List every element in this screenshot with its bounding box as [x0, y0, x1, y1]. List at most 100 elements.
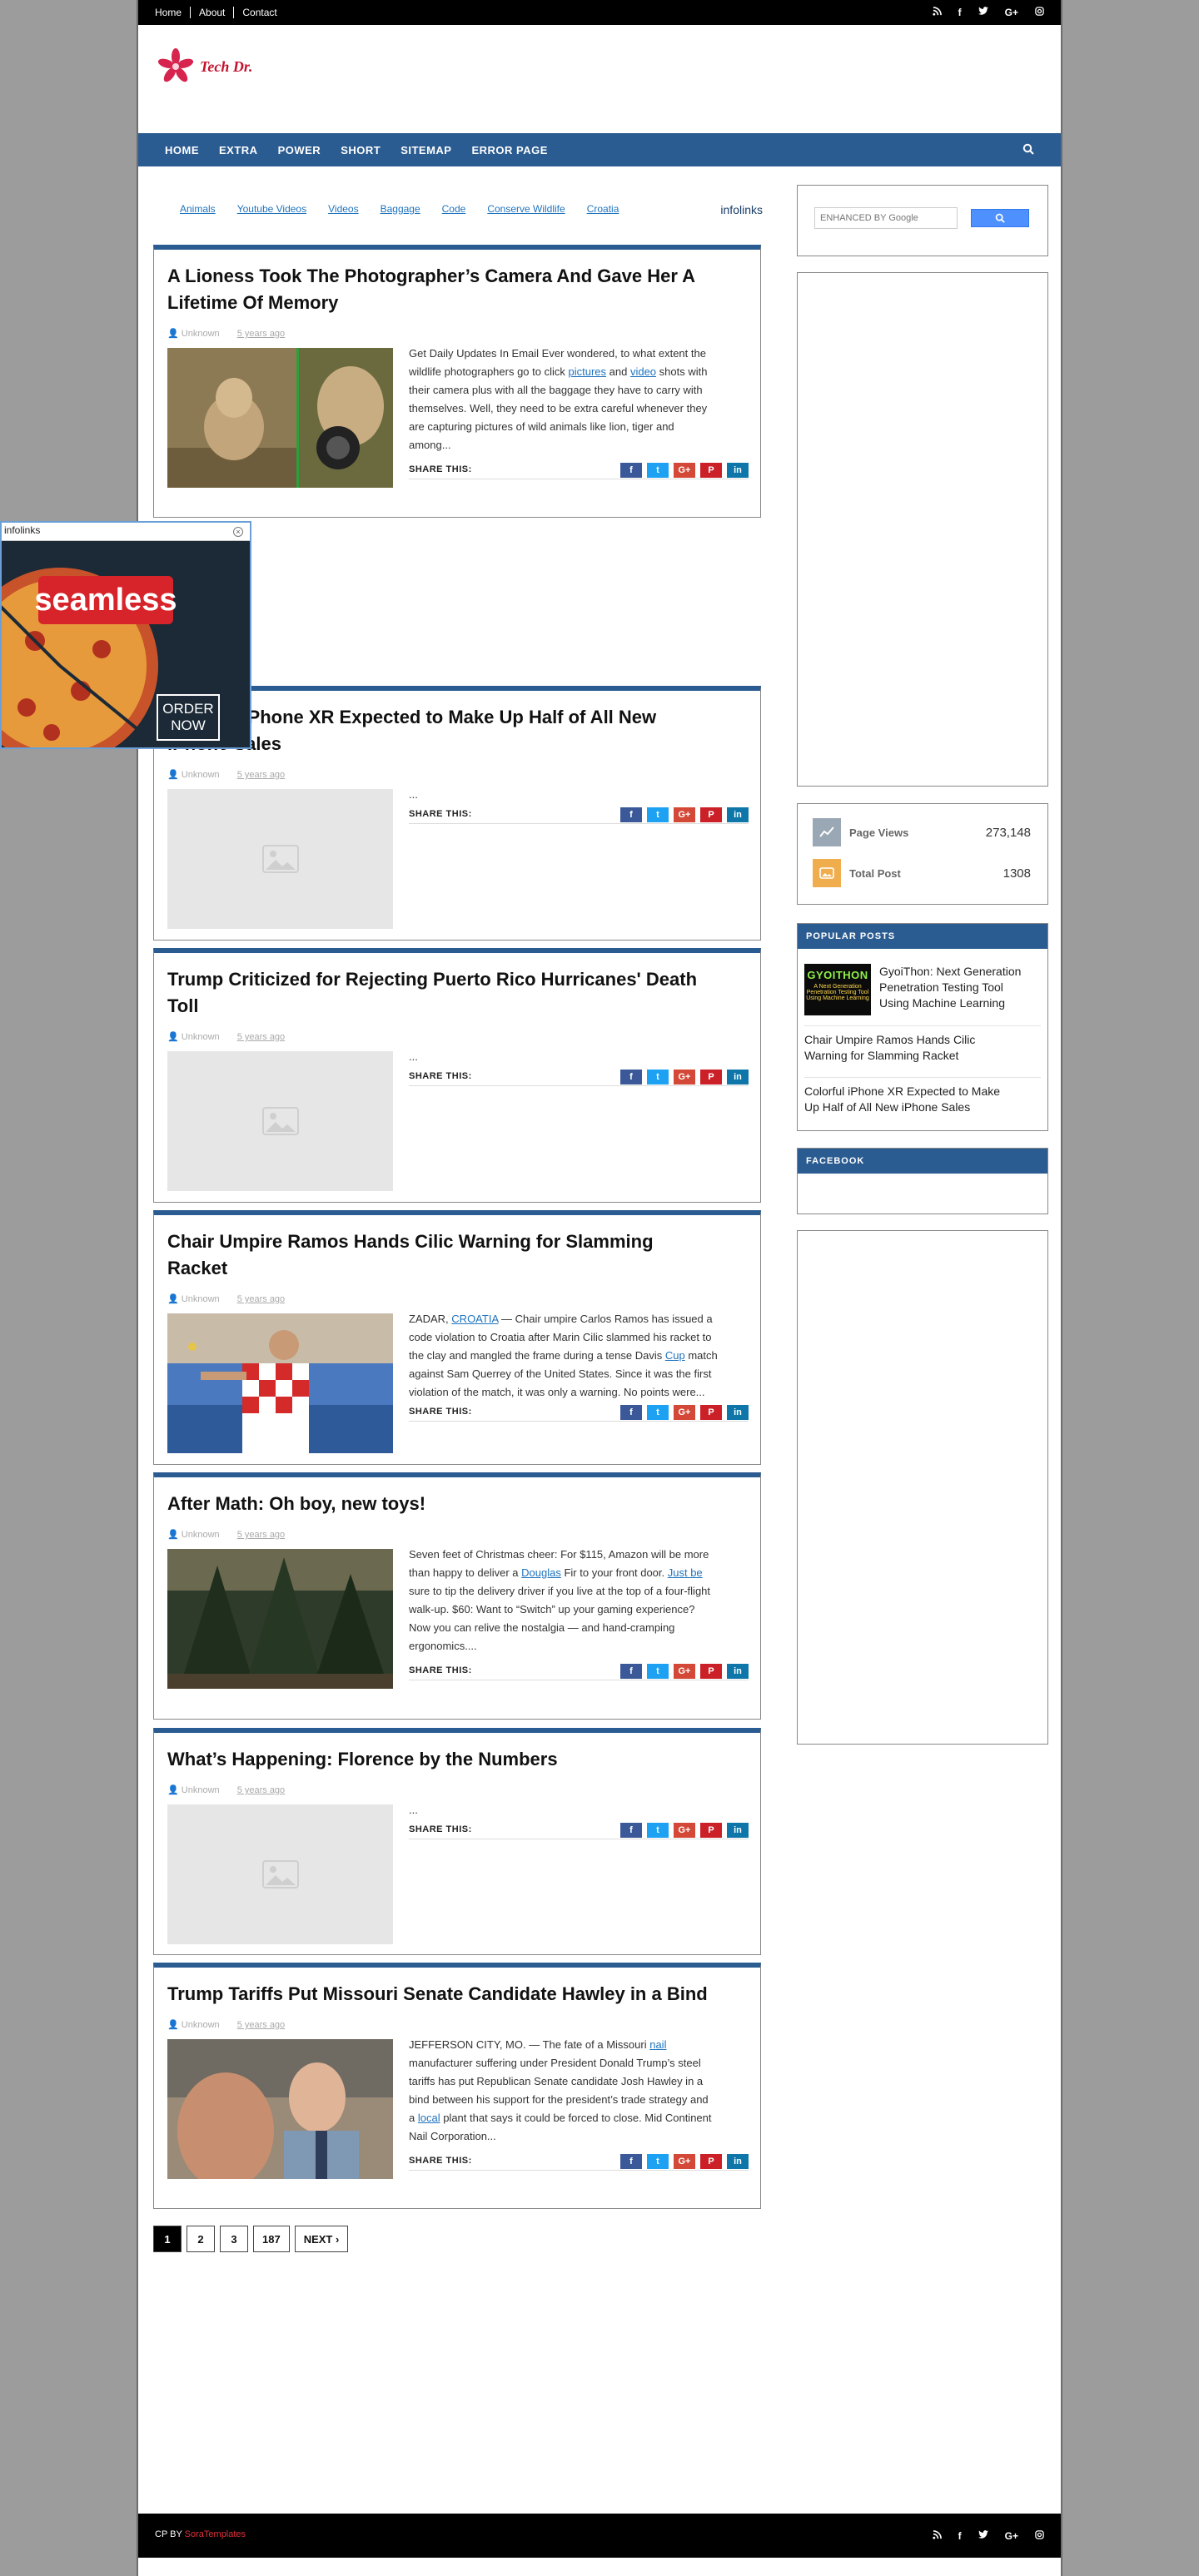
share-facebook-icon[interactable]: f — [620, 1405, 642, 1420]
facebook-icon[interactable]: f — [958, 7, 962, 18]
post-title[interactable]: Chair Umpire Ramos Hands Cilic Warning f… — [167, 1228, 742, 1282]
share-facebook-icon[interactable]: f — [620, 1070, 642, 1085]
nav-item-short[interactable]: SHORT — [341, 144, 381, 156]
popular-post-thumbnail[interactable]: GYOITHON A Next Generation Penetration T… — [804, 964, 871, 1015]
close-icon[interactable]: × — [233, 527, 243, 537]
post-date[interactable]: 5 years ago — [237, 770, 285, 780]
instagram-icon[interactable] — [1035, 7, 1044, 18]
post-title[interactable]: Trump Criticized for Rejecting Puerto Ri… — [167, 966, 742, 1020]
post-date[interactable]: 5 years ago — [237, 1294, 285, 1304]
post-date[interactable]: 5 years ago — [237, 1785, 285, 1795]
post-date[interactable]: 5 years ago — [237, 1032, 285, 1042]
share-google-plus-icon[interactable]: G+ — [674, 807, 695, 822]
share-twitter-icon[interactable]: t — [647, 1823, 669, 1838]
post-title[interactable]: What’s Happening: Florence by the Number… — [167, 1746, 742, 1773]
ad-creative[interactable]: seamless ORDER NOW — [2, 541, 250, 747]
twitter-icon[interactable] — [978, 2529, 988, 2542]
page-button[interactable]: 2 — [187, 2226, 215, 2252]
ad-order-button[interactable]: ORDER NOW — [157, 694, 220, 741]
share-facebook-icon[interactable]: f — [620, 807, 642, 822]
post-title[interactable]: After Math: Oh boy, new toys! — [167, 1491, 742, 1517]
share-twitter-icon[interactable]: t — [647, 1664, 669, 1679]
tag-link[interactable]: Videos — [328, 203, 358, 216]
post-thumbnail[interactable] — [167, 2039, 393, 2179]
popular-post-item[interactable]: Chair Umpire Ramos Hands Cilic Warning f… — [804, 1032, 1041, 1064]
next-page-button[interactable]: NEXT › — [294, 2226, 349, 2252]
share-linkedin-icon[interactable]: in — [727, 1664, 749, 1679]
popular-post-item[interactable]: GyoiThon: Next Generation Penetration Te… — [879, 964, 1042, 1011]
post-thumbnail[interactable] — [167, 348, 393, 488]
share-pinterest-icon[interactable]: P — [700, 463, 722, 478]
share-twitter-icon[interactable]: t — [647, 2154, 669, 2169]
share-linkedin-icon[interactable]: in — [727, 463, 749, 478]
instagram-icon[interactable] — [1035, 2529, 1044, 2542]
tag-link[interactable]: Code — [442, 203, 466, 216]
infolinks-brand[interactable]: infolinks — [720, 203, 763, 216]
post-thumbnail-placeholder[interactable] — [167, 1051, 393, 1191]
nav-item-power[interactable]: POWER — [278, 144, 321, 156]
inline-link[interactable]: nail — [649, 2038, 666, 2051]
post-thumbnail[interactable] — [167, 1549, 393, 1689]
nav-item-error-page[interactable]: ERROR PAGE — [471, 144, 547, 156]
share-twitter-icon[interactable]: t — [647, 1405, 669, 1420]
tag-link[interactable]: Youtube Videos — [237, 203, 306, 216]
rss-icon[interactable] — [933, 7, 942, 18]
popular-post-item[interactable]: Colorful iPhone XR Expected to Make Up H… — [804, 1084, 1041, 1115]
google-search-button[interactable] — [971, 209, 1029, 227]
share-facebook-icon[interactable]: f — [620, 463, 642, 478]
rss-icon[interactable] — [933, 2529, 942, 2542]
post-title[interactable]: Colorful iPhone XR Expected to Make Up H… — [167, 704, 742, 757]
tag-link[interactable]: Conserve Wildlife — [487, 203, 565, 216]
site-logo[interactable]: Tech Dr. — [157, 48, 252, 85]
share-twitter-icon[interactable]: t — [647, 463, 669, 478]
share-twitter-icon[interactable]: t — [647, 807, 669, 822]
share-google-plus-icon[interactable]: G+ — [674, 1070, 695, 1085]
facebook-icon[interactable]: f — [958, 2530, 962, 2542]
post-date[interactable]: 5 years ago — [237, 329, 285, 339]
inline-link[interactable]: video — [630, 365, 656, 378]
share-google-plus-icon[interactable]: G+ — [674, 1405, 695, 1420]
page-button[interactable]: 187 — [253, 2226, 290, 2252]
top-link-contact[interactable]: Contact — [234, 7, 285, 18]
twitter-icon[interactable] — [978, 7, 988, 18]
page-button[interactable]: 3 — [220, 2226, 248, 2252]
share-linkedin-icon[interactable]: in — [727, 1070, 749, 1085]
inline-link[interactable]: local — [418, 2112, 440, 2124]
share-pinterest-icon[interactable]: P — [700, 807, 722, 822]
post-thumbnail[interactable] — [167, 1313, 393, 1453]
share-google-plus-icon[interactable]: G+ — [674, 1664, 695, 1679]
tag-link[interactable]: Animals — [180, 203, 216, 216]
post-date[interactable]: 5 years ago — [237, 2020, 285, 2030]
nav-item-home[interactable]: HOME — [165, 144, 199, 156]
share-pinterest-icon[interactable]: P — [700, 1070, 722, 1085]
tag-link[interactable]: Baggage — [381, 203, 420, 216]
share-google-plus-icon[interactable]: G+ — [674, 2154, 695, 2169]
share-linkedin-icon[interactable]: in — [727, 2154, 749, 2169]
inline-link[interactable]: Cup — [665, 1349, 685, 1362]
google-plus-icon[interactable]: G+ — [1005, 7, 1018, 18]
nav-item-extra[interactable]: EXTRA — [219, 144, 258, 156]
top-link-about[interactable]: About — [191, 7, 235, 18]
tag-link[interactable]: Croatia — [587, 203, 619, 216]
google-search-input[interactable] — [814, 207, 958, 229]
share-google-plus-icon[interactable]: G+ — [674, 463, 695, 478]
post-date[interactable]: 5 years ago — [237, 1530, 285, 1540]
page-button-current[interactable]: 1 — [153, 2226, 182, 2252]
share-google-plus-icon[interactable]: G+ — [674, 1823, 695, 1838]
share-linkedin-icon[interactable]: in — [727, 1405, 749, 1420]
share-linkedin-icon[interactable]: in — [727, 807, 749, 822]
share-pinterest-icon[interactable]: P — [700, 2154, 722, 2169]
share-facebook-icon[interactable]: f — [620, 1823, 642, 1838]
nav-item-sitemap[interactable]: SITEMAP — [400, 144, 451, 156]
share-linkedin-icon[interactable]: in — [727, 1823, 749, 1838]
post-thumbnail-placeholder[interactable] — [167, 1804, 393, 1944]
inline-link[interactable]: CROATIA — [451, 1313, 498, 1325]
google-plus-icon[interactable]: G+ — [1005, 2530, 1018, 2542]
inline-link[interactable]: Just be — [668, 1566, 703, 1579]
inline-link[interactable]: pictures — [569, 365, 607, 378]
post-title[interactable]: Trump Tariffs Put Missouri Senate Candid… — [167, 1981, 742, 2008]
post-title[interactable]: A Lioness Took The Photographer’s Camera… — [167, 263, 742, 316]
post-thumbnail-placeholder[interactable] — [167, 789, 393, 929]
share-pinterest-icon[interactable]: P — [700, 1664, 722, 1679]
share-pinterest-icon[interactable]: P — [700, 1823, 722, 1838]
